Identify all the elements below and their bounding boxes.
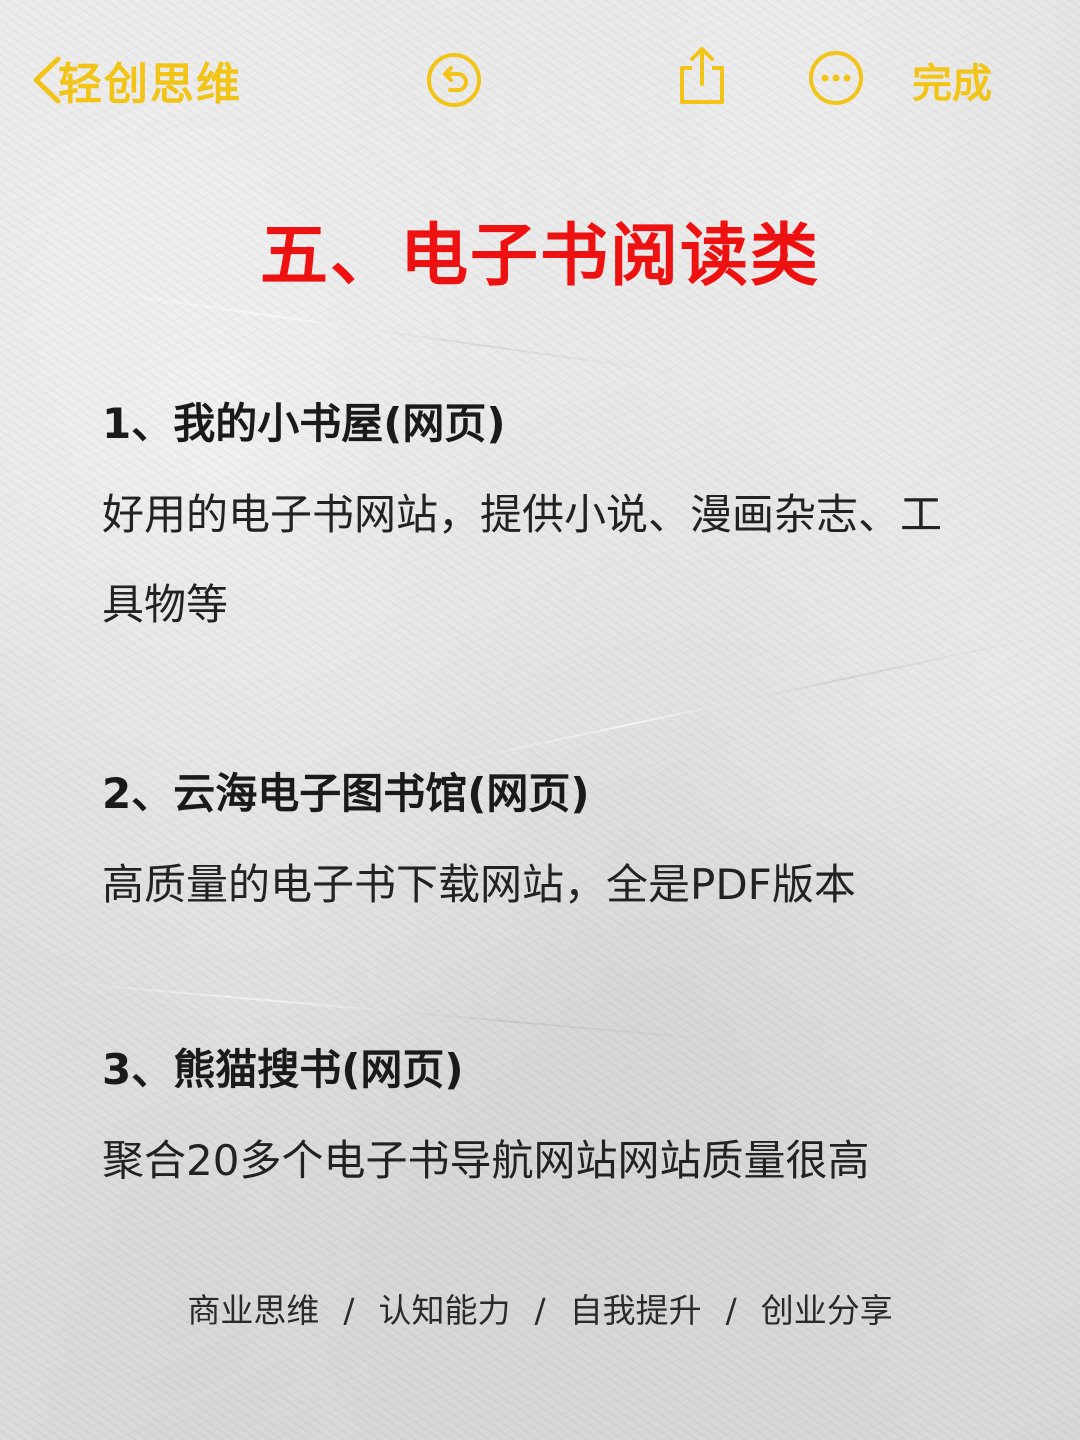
section-heading: 2、云海电子图书馆(网页) xyxy=(102,769,590,818)
back-button-label: 轻创思维 xyxy=(58,59,242,110)
footer-tag: 商业思维 xyxy=(187,1291,320,1330)
note-section: 2、云海电子图书馆(网页) 高质量的电子书下载网站，全是PDF版本 xyxy=(102,766,982,930)
section-description: 好用的电子书网站，提供小说、漫画杂志、工具物等 xyxy=(102,490,943,629)
back-button[interactable]: 轻创思维 xyxy=(22,40,242,120)
share-button[interactable] xyxy=(672,46,732,106)
section-description: 聚合20多个电子书导航网站网站质量很高 xyxy=(102,1136,870,1185)
navigation-bar: 轻创思维 完成 xyxy=(0,40,1080,120)
chevron-left-icon xyxy=(33,56,61,104)
paper-crease xyxy=(82,288,678,374)
footer-tags: 商业思维 / 认知能力 / 自我提升 / 创业分享 xyxy=(0,1284,1080,1332)
footer-tag: 创业分享 xyxy=(760,1291,893,1330)
footer-separator: / xyxy=(725,1291,737,1330)
undo-icon xyxy=(427,53,481,107)
section-description: 高质量的电子书下载网站，全是PDF版本 xyxy=(102,860,856,909)
footer-tag: 认知能力 xyxy=(378,1291,511,1330)
done-button-label: 完成 xyxy=(912,61,992,107)
done-button[interactable]: 完成 xyxy=(912,40,992,120)
more-button[interactable] xyxy=(806,48,866,108)
section-heading: 3、熊猫搜书(网页) xyxy=(102,1045,464,1094)
footer-tag: 自我提升 xyxy=(569,1291,702,1330)
footer-separator: / xyxy=(343,1291,355,1330)
paper-crease xyxy=(426,633,1054,769)
share-icon xyxy=(680,47,724,104)
note-section: 1、我的小书屋(网页) 好用的电子书网站，提供小说、漫画杂志、工具物等 xyxy=(102,396,982,650)
undo-button[interactable] xyxy=(424,50,484,110)
note-section: 3、熊猫搜书(网页) 聚合20多个电子书导航网站网站质量很高 xyxy=(102,1042,982,1206)
more-icon xyxy=(809,51,863,105)
note-title: 五、电子书阅读类 xyxy=(259,217,820,296)
footer-separator: / xyxy=(534,1291,546,1330)
paper-crease xyxy=(41,979,739,1043)
section-heading: 1、我的小书屋(网页) xyxy=(102,399,506,448)
